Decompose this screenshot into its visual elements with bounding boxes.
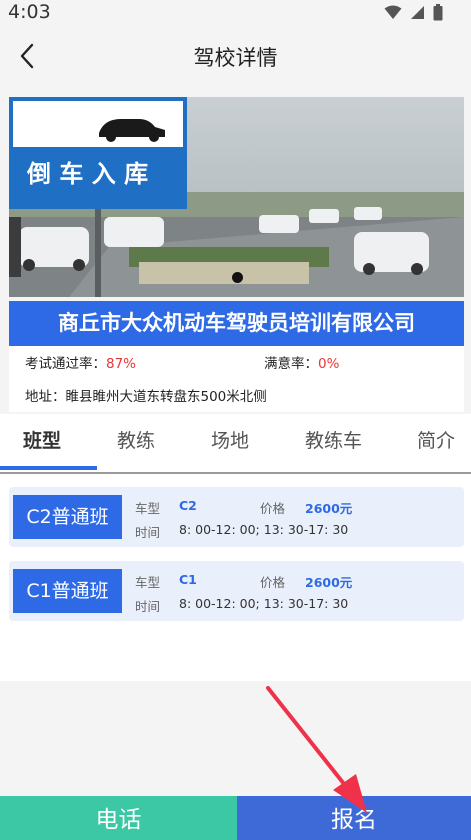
- car-type-value: C2: [179, 498, 197, 513]
- class-card-c1[interactable]: C1普通班 车型 C1 价格 2600元 时间 8: 00-12: 00; 13…: [9, 561, 464, 621]
- price-value: 2600元: [305, 501, 353, 516]
- price-value: 2600元: [305, 575, 353, 590]
- class-name: C1普通班: [13, 569, 122, 613]
- status-bar: 4:03: [0, 0, 471, 26]
- banner-sign-text: 倒 车 入 库: [26, 160, 148, 188]
- pass-rate-label: 考试通过率：: [25, 356, 106, 372]
- school-name: 商丘市大众机动车驾驶员培训有限公司: [9, 301, 464, 346]
- banner-image: 倒 车 入 库: [9, 97, 464, 297]
- signal-icon: [411, 6, 424, 19]
- pass-rate-value: 87%: [106, 356, 137, 372]
- satisfaction-value: 0%: [318, 356, 340, 372]
- active-tab-indicator: [0, 466, 97, 470]
- page-title: 驾校详情: [193, 46, 278, 70]
- price-label: 价格: [260, 501, 286, 516]
- pass-rate: 考试通过率：87%: [25, 352, 136, 372]
- tab-introduction[interactable]: 简介: [417, 426, 455, 453]
- wifi-icon: [384, 5, 402, 19]
- school-info: 考试通过率：87% 满意率：0% 地址：睢县睢州大道东转盘东500米北侧: [9, 346, 464, 412]
- battery-icon: [433, 4, 443, 21]
- school-address: 地址：睢县睢州大道东转盘东500米北侧: [25, 389, 267, 405]
- status-icons: [384, 4, 443, 21]
- time-value: 8: 00-12: 00; 13: 30-17: 30: [179, 522, 349, 537]
- class-list: C2普通班 车型 C2 价格 2600元 时间 8: 00-12: 00; 13…: [0, 474, 471, 681]
- tab-coaches[interactable]: 教练: [117, 426, 155, 453]
- price-label: 价格: [260, 575, 286, 590]
- class-name: C2普通班: [13, 495, 122, 539]
- carousel-indicator-dot[interactable]: [232, 272, 243, 283]
- car-type-value: C1: [179, 572, 197, 587]
- detail-tabs: 班型 教练 场地 教练车 简介: [0, 414, 471, 474]
- phone-button[interactable]: 电话: [0, 796, 237, 840]
- car-type-label: 车型: [135, 575, 161, 590]
- status-time: 4:03: [8, 1, 51, 23]
- car-type-label: 车型: [135, 501, 161, 516]
- school-banner-carousel[interactable]: 倒 车 入 库: [9, 97, 464, 297]
- satisfaction-label: 满意率：: [264, 356, 318, 372]
- time-value: 8: 00-12: 00; 13: 30-17: 30: [179, 596, 349, 611]
- class-card-c2[interactable]: C2普通班 车型 C2 价格 2600元 时间 8: 00-12: 00; 13…: [9, 487, 464, 547]
- time-label: 时间: [135, 599, 161, 614]
- tab-training-cars[interactable]: 教练车: [305, 426, 362, 453]
- app-header: 驾校详情: [0, 26, 471, 86]
- tab-venue[interactable]: 场地: [211, 426, 249, 453]
- satisfaction-rate: 满意率：0%: [264, 352, 339, 372]
- tab-class-types[interactable]: 班型: [23, 426, 61, 453]
- signup-button[interactable]: 报名: [237, 796, 471, 840]
- time-label: 时间: [135, 525, 161, 540]
